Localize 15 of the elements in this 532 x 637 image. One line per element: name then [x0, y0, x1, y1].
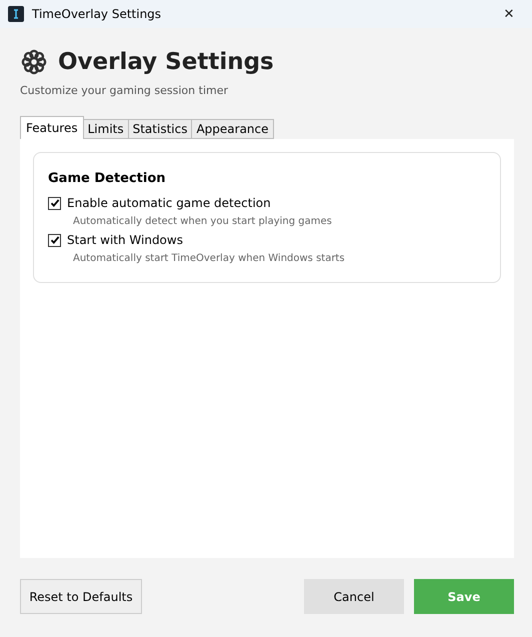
- option-description: Automatically start TimeOverlay when Windows starts: [73, 253, 346, 264]
- option-label: Enable automatic game detection: [67, 196, 271, 210]
- close-button[interactable]: ✕: [486, 0, 532, 28]
- option-label: Start with Windows: [67, 233, 183, 247]
- option-description: Automatically detect when you start playing games: [73, 216, 333, 227]
- window-title: TimeOverlay Settings: [32, 7, 162, 21]
- section-title: Game Detection: [48, 171, 167, 186]
- tab[interactable]: Statistics: [128, 119, 192, 139]
- tab[interactable]: Features: [20, 116, 84, 139]
- reset-button[interactable]: Reset to Defaults: [20, 579, 142, 614]
- page-subtitle: Customize your gaming session timer: [20, 84, 230, 97]
- cancel-button[interactable]: Cancel: [304, 579, 404, 614]
- page-title: Overlay Settings: [58, 49, 274, 75]
- tab[interactable]: Limits: [82, 119, 129, 139]
- tab[interactable]: Appearance: [191, 119, 274, 139]
